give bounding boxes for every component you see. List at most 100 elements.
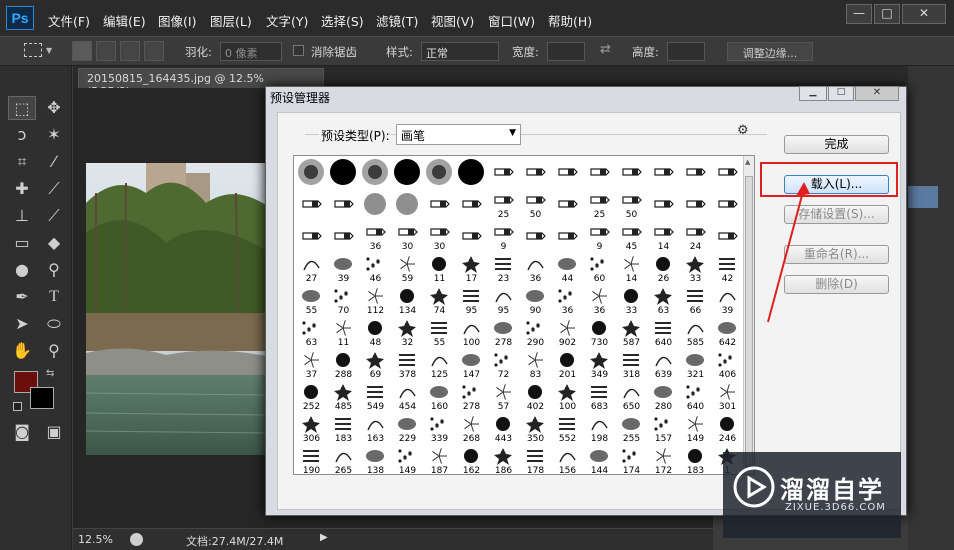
brush-preset[interactable]: 17 bbox=[456, 253, 487, 284]
brush-preset[interactable]: 11 bbox=[328, 317, 359, 348]
screen-mode-icon[interactable]: ▣ bbox=[40, 420, 68, 444]
type-tool-icon[interactable]: T bbox=[40, 285, 68, 309]
brush-preset[interactable]: 55 bbox=[296, 285, 327, 316]
brush-preset[interactable]: 147 bbox=[456, 349, 487, 380]
rect-marquee-tool-icon[interactable]: ⬚ bbox=[8, 96, 36, 120]
brush-preset[interactable]: 265 bbox=[328, 445, 359, 474]
brush-preset[interactable]: 36 bbox=[520, 253, 551, 284]
brush-preset[interactable]: 25 bbox=[488, 189, 519, 220]
brush-preset[interactable]: 198 bbox=[584, 413, 615, 444]
width-input[interactable] bbox=[547, 42, 585, 61]
brush-preset[interactable]: 134 bbox=[392, 285, 423, 316]
brush-preset[interactable]: 39 bbox=[712, 285, 743, 316]
brush-preset[interactable] bbox=[712, 157, 743, 188]
brush-preset[interactable] bbox=[328, 221, 359, 252]
brush-preset[interactable]: 183 bbox=[680, 445, 711, 474]
brush-preset[interactable]: 290 bbox=[520, 317, 551, 348]
lasso-tool-icon[interactable]: ↄ bbox=[8, 123, 36, 147]
brush-preset[interactable]: 178 bbox=[520, 445, 551, 474]
menu-filter[interactable]: 滤镜(T) bbox=[376, 11, 418, 30]
menu-image[interactable]: 图像(I) bbox=[158, 11, 196, 30]
brush-preset[interactable]: 321 bbox=[680, 349, 711, 380]
feather-input[interactable]: 0 像素 bbox=[220, 42, 282, 61]
brush-preset[interactable]: 902 bbox=[552, 317, 583, 348]
brush-preset[interactable]: 70 bbox=[328, 285, 359, 316]
brush-preset[interactable] bbox=[296, 157, 327, 188]
brush-preset[interactable]: 100 bbox=[456, 317, 487, 348]
path-select-tool-icon[interactable]: ➤ bbox=[8, 312, 36, 336]
add-selection-icon[interactable] bbox=[96, 41, 116, 61]
brush-preset[interactable]: 14 bbox=[616, 253, 647, 284]
maximize-button[interactable]: □ bbox=[874, 4, 900, 24]
dodge-tool-icon[interactable]: ⚲ bbox=[40, 258, 68, 282]
menu-type[interactable]: 文字(Y) bbox=[266, 11, 308, 30]
style-select[interactable]: 正常 bbox=[421, 42, 499, 61]
marquee-preset-icon[interactable] bbox=[24, 43, 42, 57]
brush-preset[interactable]: 378 bbox=[392, 349, 423, 380]
brush-preset[interactable]: 190 bbox=[296, 445, 327, 474]
brush-preset[interactable]: 48 bbox=[360, 317, 391, 348]
pen-tool-icon[interactable]: ✒ bbox=[8, 285, 36, 309]
brush-preset[interactable]: 24 bbox=[680, 221, 711, 252]
brush-preset[interactable] bbox=[616, 157, 647, 188]
refine-edge-button[interactable]: 调整边缘... bbox=[727, 42, 813, 61]
brush-preset[interactable]: 23 bbox=[488, 253, 519, 284]
brush-preset[interactable]: 318 bbox=[616, 349, 647, 380]
brush-preset[interactable]: 162 bbox=[456, 445, 487, 474]
brush-preset[interactable]: 45 bbox=[616, 221, 647, 252]
crop-tool-icon[interactable]: ⌗ bbox=[8, 150, 36, 174]
brush-preset[interactable] bbox=[712, 189, 743, 220]
brush-preset[interactable]: 33 bbox=[680, 253, 711, 284]
brush-preset[interactable]: 174 bbox=[616, 445, 647, 474]
brush-preset[interactable]: 278 bbox=[456, 381, 487, 412]
brush-preset[interactable]: 50 bbox=[520, 189, 551, 220]
brush-preset[interactable] bbox=[552, 221, 583, 252]
document-image[interactable] bbox=[86, 163, 270, 455]
height-input[interactable] bbox=[667, 42, 705, 61]
brush-preset[interactable] bbox=[488, 157, 519, 188]
brush-preset[interactable]: 301 bbox=[712, 381, 743, 412]
brush-preset[interactable]: 36 bbox=[360, 221, 391, 252]
move-tool-icon[interactable]: ✥ bbox=[40, 96, 68, 120]
brush-preset[interactable]: 406 bbox=[712, 349, 743, 380]
paint-bucket-tool-icon[interactable]: ◆ bbox=[40, 231, 68, 255]
brush-preset[interactable]: 63 bbox=[648, 285, 679, 316]
brush-preset[interactable] bbox=[552, 157, 583, 188]
scroll-up-icon[interactable]: ▲ bbox=[745, 158, 750, 166]
brush-preset[interactable]: 9 bbox=[488, 221, 519, 252]
brush-preset[interactable]: 50 bbox=[616, 189, 647, 220]
brush-preset[interactable]: 278 bbox=[488, 317, 519, 348]
brush-preset[interactable]: 201 bbox=[552, 349, 583, 380]
brush-preset[interactable]: 640 bbox=[648, 317, 679, 348]
brush-preset[interactable]: 730 bbox=[584, 317, 615, 348]
brush-preset[interactable]: 26 bbox=[648, 253, 679, 284]
brush-preset[interactable] bbox=[584, 157, 615, 188]
brush-preset[interactable]: 112 bbox=[360, 285, 391, 316]
brush-preset[interactable]: 125 bbox=[424, 349, 455, 380]
healing-brush-tool-icon[interactable]: ✚ bbox=[8, 177, 36, 201]
brush-preset[interactable] bbox=[456, 157, 487, 188]
swap-colors-icon[interactable]: ⇆ bbox=[46, 368, 54, 379]
brush-preset[interactable] bbox=[360, 157, 391, 188]
brush-preset[interactable]: 306 bbox=[296, 413, 327, 444]
brush-preset[interactable] bbox=[296, 189, 327, 220]
brush-preset-grid[interactable]: 25 50 25 50 36 30 30 9 9 45 14 24 27 39 46 59 11 17 23 36 44… bbox=[293, 155, 755, 475]
menu-view[interactable]: 视图(V) bbox=[431, 11, 474, 30]
brush-preset[interactable]: 640 bbox=[680, 381, 711, 412]
ellipse-tool-icon[interactable]: ⬭ bbox=[40, 312, 68, 336]
brush-preset[interactable]: 229 bbox=[392, 413, 423, 444]
brush-preset[interactable] bbox=[328, 189, 359, 220]
preset-type-select[interactable]: 画笔 ▼ bbox=[396, 124, 521, 145]
zoom-level[interactable]: 12.5% bbox=[78, 533, 113, 546]
brush-preset[interactable]: 585 bbox=[680, 317, 711, 348]
brush-preset[interactable] bbox=[680, 157, 711, 188]
blur-tool-icon[interactable]: ● bbox=[8, 258, 36, 282]
brush-preset[interactable]: 454 bbox=[392, 381, 423, 412]
brush-preset[interactable]: 74 bbox=[424, 285, 455, 316]
brush-preset[interactable]: 95 bbox=[488, 285, 519, 316]
brush-preset[interactable]: 160 bbox=[424, 381, 455, 412]
brush-preset[interactable]: 149 bbox=[392, 445, 423, 474]
brush-preset[interactable]: 44 bbox=[552, 253, 583, 284]
brush-preset[interactable]: 60 bbox=[584, 253, 615, 284]
dialog-close-button[interactable]: ✕ bbox=[855, 86, 899, 101]
